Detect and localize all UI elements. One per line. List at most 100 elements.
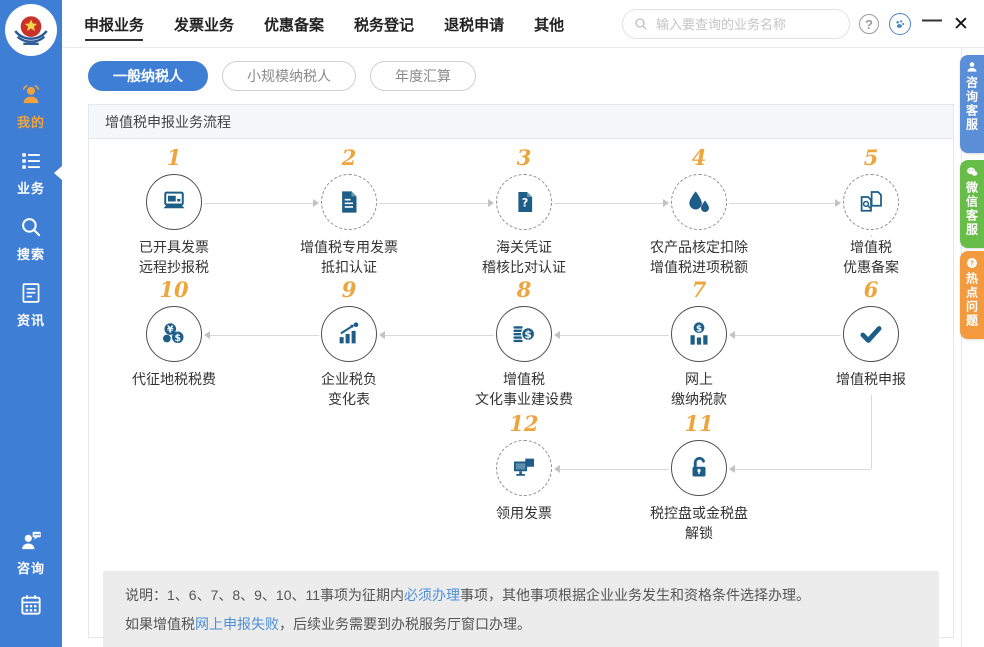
service-badge-button[interactable] [888, 0, 912, 48]
coins-stack-icon: $ [509, 319, 539, 349]
person-wave-icon [18, 82, 44, 108]
step-label: 农产品核定扣除增值税进项税额 [646, 237, 752, 277]
filter-pill-0[interactable]: 一般纳税人 [88, 61, 208, 91]
active-indicator [54, 166, 62, 180]
chat-person-icon [18, 528, 44, 554]
note-link[interactable]: 网上申报失败 [195, 616, 279, 632]
doc-lines-icon [18, 280, 44, 306]
filter-pill-1[interactable]: 小规模纳税人 [222, 61, 356, 91]
sidebar-item-label: 搜索 [17, 244, 45, 263]
service-tabs: 咨询客服微信客服 ?热点问题 [960, 0, 984, 647]
panel-title: 增值税申报业务流程 [89, 105, 953, 139]
step-label: 增值税优惠备案 [839, 237, 903, 277]
titlebar: 申报业务发票业务优惠备案税务登记退税申请其他 ? — ✕ [62, 0, 984, 48]
note-text: ，后续业务需要到办税服务厅窗口办理。 [279, 616, 531, 632]
search-input[interactable] [656, 17, 839, 32]
step-circle-4[interactable] [671, 174, 727, 230]
svg-text:?: ? [522, 196, 529, 209]
monitors-icon [509, 453, 539, 483]
step-circle-9[interactable] [321, 306, 377, 362]
flow-step-9: 9 企业税负变化表 [269, 277, 429, 409]
note-line: 说明：1、6、7、8、9、10、11事项为征期内必须办理事项，其他事项根据企业业… [125, 581, 917, 610]
check-icon [856, 319, 886, 349]
service-tab-label: 微信客服 [964, 181, 981, 237]
step-circle-8[interactable]: $ [496, 306, 552, 362]
service-tab-wechat-service[interactable]: 微信客服 [960, 160, 984, 248]
step-number: 1 [159, 145, 190, 171]
step-circle-1[interactable] [146, 174, 202, 230]
help-button[interactable]: ? [858, 0, 880, 48]
svg-text:?: ? [970, 259, 974, 267]
sidebar-item-label: 资讯 [17, 310, 45, 329]
nav-tab-2[interactable]: 优惠备案 [264, 0, 324, 48]
step-number: 8 [509, 277, 540, 303]
step-circle-5[interactable] [843, 174, 899, 230]
doc-lines-icon [18, 280, 44, 306]
tax-bureau-logo [5, 4, 57, 56]
sidebar: 我的业务搜索资讯 咨询 [0, 0, 62, 647]
step-circle-2[interactable] [321, 174, 377, 230]
wechat-icon [965, 165, 979, 179]
sidebar-item-consult[interactable]: 咨询 [0, 528, 62, 592]
sidebar-item-search[interactable]: 搜索 [0, 214, 62, 280]
laptop-icon [159, 187, 189, 217]
list-icon [18, 148, 44, 174]
minimize-button[interactable]: — [922, 0, 942, 48]
question-icon: ? [965, 256, 979, 270]
svg-text:¥: ¥ [167, 325, 174, 336]
taxpayer-type-filter: 一般纳税人小规模纳税人年度汇算 [88, 61, 476, 91]
step-label: 网上缴纳税款 [667, 369, 731, 409]
step-label: 税控盘或金税盘解锁 [646, 503, 752, 543]
service-tab-hot-questions[interactable]: ?热点问题 [960, 251, 984, 339]
calendar-icon [18, 592, 44, 618]
flow-step-2: 2 增值税专用发票抵扣认证 [269, 145, 429, 277]
step-circle-3[interactable]: ? [496, 174, 552, 230]
step-number: 11 [676, 411, 721, 437]
person-wave-icon [18, 82, 44, 108]
svg-text:$: $ [174, 333, 181, 344]
note-link[interactable]: 必须办理 [404, 587, 460, 603]
step-circle-10[interactable]: ¥$ [146, 306, 202, 362]
step-circle-6[interactable] [843, 306, 899, 362]
step-number: 2 [334, 145, 365, 171]
step-label: 增值税专用发票抵扣认证 [296, 237, 402, 277]
nav-tab-0[interactable]: 申报业务 [84, 0, 144, 48]
flow-step-4: 4农产品核定扣除增值税进项税额 [619, 145, 779, 277]
step-circle-12[interactable] [496, 440, 552, 496]
flow-step-7: 7$网上缴纳税款 [619, 277, 779, 409]
flow-step-3: 3?海关凭证稽核比对认证 [444, 145, 604, 277]
step-number: 9 [334, 277, 365, 303]
sidebar-item-business[interactable]: 业务 [0, 148, 62, 214]
flow-step-1: 1 已开具发票远程抄报税 [94, 145, 254, 277]
step-label: 企业税负变化表 [317, 369, 381, 409]
step-circle-11[interactable] [671, 440, 727, 496]
drops-icon [684, 187, 714, 217]
svg-text:$: $ [524, 328, 531, 341]
step-label: 已开具发票远程抄报税 [135, 237, 213, 277]
filter-pill-2[interactable]: 年度汇算 [370, 61, 476, 91]
flow-step-6: 6增值税申报 [791, 277, 951, 389]
step-number: 12 [501, 411, 546, 437]
note-text: 如果增值税 [125, 616, 195, 632]
note-text: 说明：1、6、7、8、9、10、11事项为征期内 [125, 587, 404, 603]
sidebar-item-mine[interactable]: 我的 [0, 82, 62, 148]
nav-tab-3[interactable]: 税务登记 [354, 0, 414, 48]
chat-person-icon [18, 528, 44, 554]
step-label: 海关凭证稽核比对认证 [478, 237, 570, 277]
note-box: 说明：1、6、7、8、9、10、11事项为征期内必须办理事项，其他事项根据企业业… [103, 571, 939, 647]
money-pillar-icon: $ [684, 319, 714, 349]
flow-step-8: 8$增值税文化事业建设费 [444, 277, 604, 409]
service-tab-consult-service[interactable]: 咨询客服 [960, 55, 984, 153]
sidebar-item-calendar[interactable] [0, 592, 62, 647]
step-circle-7[interactable]: $ [671, 306, 727, 362]
step-number: 6 [856, 277, 887, 303]
nav-tab-4[interactable]: 退税申请 [444, 0, 504, 48]
list-icon [18, 148, 44, 174]
step-number: 10 [151, 277, 196, 303]
nav-tab-5[interactable]: 其他 [534, 0, 564, 48]
nav-tab-1[interactable]: 发票业务 [174, 0, 234, 48]
step-number: 5 [856, 145, 887, 171]
sidebar-item-news[interactable]: 资讯 [0, 280, 62, 346]
search-box [622, 9, 850, 39]
flow-step-12: 12领用发票 [444, 411, 604, 523]
